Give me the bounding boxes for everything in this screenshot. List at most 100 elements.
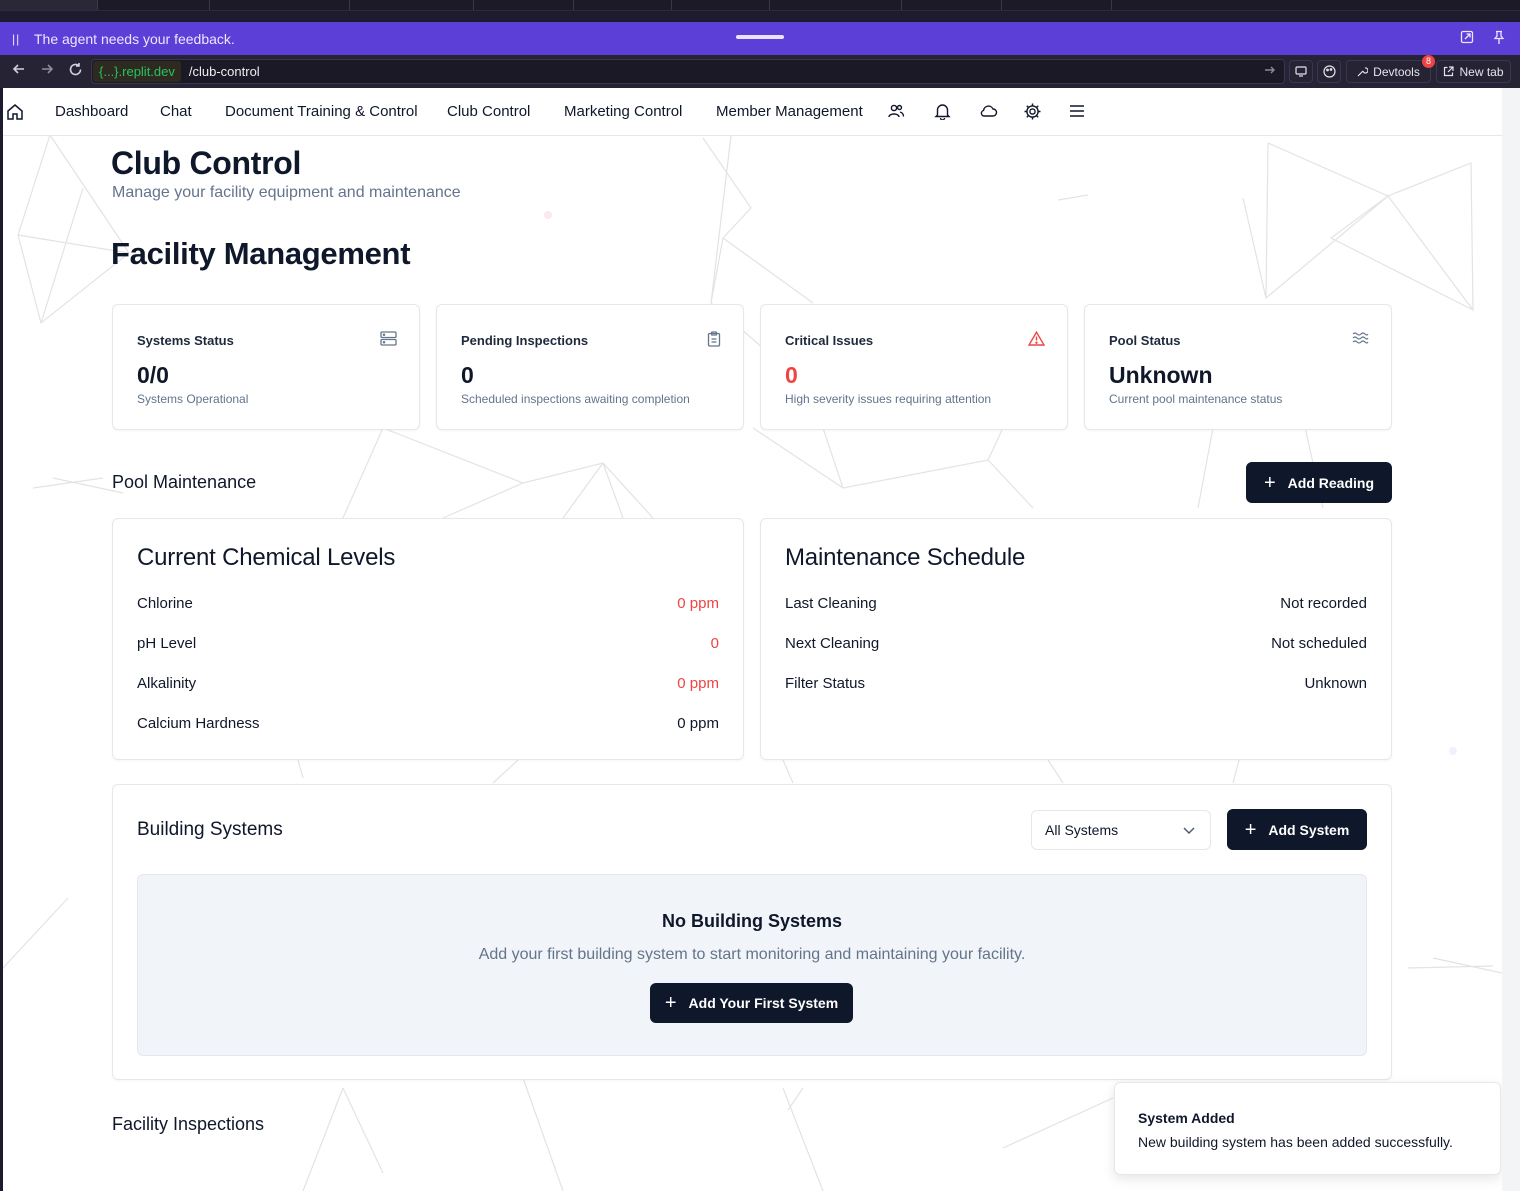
building-systems-title: Building Systems [137,819,283,840]
top-navigation: Dashboard Chat Document Training & Contr… [3,88,1502,136]
chemical-levels-card: Current Chemical Levels Chlorine 0 ppm p… [112,518,744,760]
chemical-value-alkalinity: 0 ppm [677,675,719,692]
stat-label: Pool Status [1109,333,1181,348]
devtools-badge: 8 [1422,55,1435,68]
empty-state-title: No Building Systems [661,911,843,931]
stat-label: Systems Status [137,333,234,348]
nav-club-control[interactable]: Club Control [447,103,530,120]
url-host: {...}.replit.dev [93,61,181,82]
agent-feedback-message: The agent needs your feedback. [34,30,235,47]
cloud-icon[interactable] [979,102,998,124]
schedule-label-last-cleaning: Last Cleaning [785,595,877,612]
waves-icon [1352,331,1369,349]
stat-card-pending-inspections: Pending Inspections 0 Scheduled inspecti… [436,304,744,430]
server-icon [380,331,397,351]
empty-state: No Building Systems Add your first build… [137,874,1367,1056]
alert-triangle-icon [1027,330,1046,351]
gear-icon[interactable] [1023,102,1042,125]
monitor-icon [1295,66,1307,77]
toast-description: New building system has been added succe… [1138,1134,1453,1150]
popout-icon[interactable] [1460,30,1474,47]
add-first-system-button[interactable]: + Add Your First System [650,983,853,1023]
home-icon[interactable] [5,102,25,126]
clipboard-icon [707,331,721,352]
menu-icon[interactable] [1069,102,1085,124]
facility-inspections-heading: Facility Inspections [112,1114,265,1134]
pool-maintenance-heading: Pool Maintenance [112,472,257,492]
stat-description: High severity issues requiring attention [785,392,992,406]
stat-card-systems-status: Systems Status 0/0 Systems Operational [112,304,420,430]
drag-handle[interactable] [736,35,784,39]
stat-description: Current pool maintenance status [1109,392,1283,406]
wrench-icon [1357,67,1369,77]
external-link-icon [1444,66,1455,77]
add-reading-button[interactable]: + Add Reading [1246,462,1392,503]
chemical-value-ph: 0 [710,635,719,652]
pin-icon[interactable] [1493,30,1505,48]
section-title: Facility Management [111,236,411,271]
go-arrow-icon[interactable] [1264,64,1276,79]
stat-card-critical-issues: Critical Issues 0 High severity issues r… [760,304,1068,430]
url-field[interactable]: {...}.replit.dev /club-control [91,59,1285,84]
stat-value: Unknown [1109,362,1213,388]
add-system-label: Add System [1268,821,1350,838]
chemical-levels-title: Current Chemical Levels [137,544,396,571]
back-icon[interactable] [5,62,33,80]
palette-icon [1322,65,1336,78]
nav-member-management[interactable]: Member Management [716,103,863,120]
toast-notification[interactable]: System Added New building system has bee… [1114,1082,1501,1175]
schedule-value-last-cleaning: Not recorded [1280,595,1367,612]
new-tab-label: New tab [1459,64,1504,79]
plus-icon: + [1244,818,1257,841]
nav-chat[interactable]: Chat [160,103,192,120]
theme-button[interactable] [1317,60,1341,83]
nav-dashboard[interactable]: Dashboard [55,103,128,120]
toast-title: System Added [1138,1110,1235,1126]
chemical-value-chlorine: 0 ppm [677,595,719,612]
page-viewport: Dashboard Chat Document Training & Contr… [3,88,1502,1191]
url-path: /club-control [188,64,260,79]
maintenance-schedule-card: Maintenance Schedule Last Cleaning Not r… [760,518,1392,760]
stat-value: 0 [461,362,474,388]
plus-icon: + [1263,471,1276,494]
agent-feedback-bar: || The agent needs your feedback. [0,22,1520,55]
stat-description: Scheduled inspections awaiting completio… [461,392,690,406]
schedule-label-next-cleaning: Next Cleaning [785,635,880,652]
add-reading-label: Add Reading [1287,474,1375,491]
page-title: Club Control [111,145,302,181]
systems-filter-select[interactable]: All Systems [1031,810,1211,850]
add-system-button[interactable]: + Add System [1227,809,1367,850]
device-preview-button[interactable] [1289,60,1313,83]
chevron-down-icon [1182,823,1196,840]
building-systems-card: Building Systems All Systems + Add Syste… [112,784,1392,1080]
schedule-label-filter-status: Filter Status [785,675,866,692]
new-tab-button[interactable]: New tab [1436,60,1511,83]
pause-icon[interactable]: || [12,32,22,46]
browser-url-bar: {...}.replit.dev /club-control Devtools … [0,55,1520,88]
nav-document-training[interactable]: Document Training & Control [225,103,418,120]
systems-filter-value: All Systems [1045,822,1119,838]
os-tab-strip [0,0,1520,11]
chemical-label-ph: pH Level [137,635,197,652]
stat-label: Pending Inspections [461,333,589,348]
maintenance-schedule-title: Maintenance Schedule [785,544,1026,571]
schedule-value-filter-status: Unknown [1304,675,1367,692]
stat-value: 0 [785,362,798,388]
chemical-label-calcium: Calcium Hardness [137,715,260,732]
stat-label: Critical Issues [785,333,874,348]
add-first-system-label: Add Your First System [688,995,839,1011]
devtools-button[interactable]: Devtools 8 [1346,55,1435,83]
users-icon[interactable] [887,102,905,124]
stat-card-pool-status: Pool Status Unknown Current pool mainten… [1084,304,1392,430]
scrollbar[interactable] [1502,88,1520,1191]
schedule-value-next-cleaning: Not scheduled [1271,635,1367,652]
plus-icon: + [664,992,677,1014]
nav-marketing-control[interactable]: Marketing Control [564,103,682,120]
reload-icon[interactable] [61,62,89,81]
page-subtitle: Manage your facility equipment and maint… [112,184,461,201]
bell-icon[interactable] [934,102,951,124]
forward-icon[interactable] [33,62,61,80]
stat-description: Systems Operational [137,392,249,406]
chemical-value-calcium: 0 ppm [677,715,719,732]
empty-state-description: Add your first building system to start … [478,946,1026,963]
